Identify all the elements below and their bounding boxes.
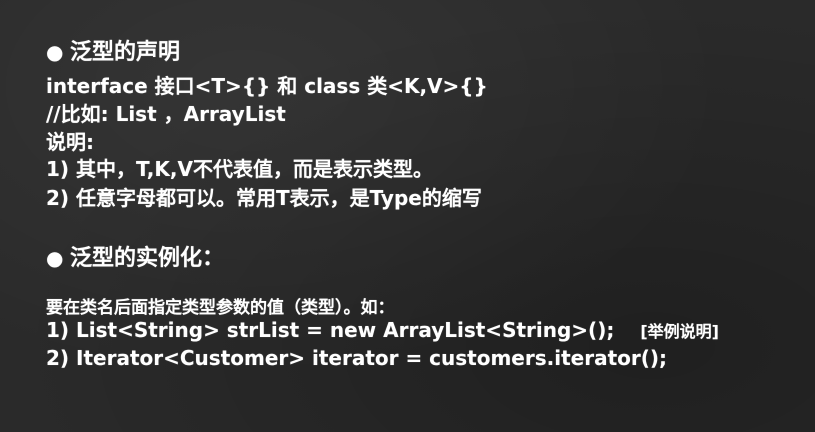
instantiation-intro: 要在类名后面指定类型参数的值（类型）。如： bbox=[46, 298, 395, 318]
slide: ● 泛型的声明 interface 接口<T>{} 和 class 类<K,V>{… bbox=[0, 0, 815, 432]
instantiation-example-1: 1) List<String> strList = new ArrayList<… bbox=[46, 318, 719, 342]
section-instantiation-heading: ● 泛型的实例化： bbox=[46, 240, 224, 272]
bullet-icon: ● bbox=[46, 246, 64, 270]
section-title: 泛型的声明 bbox=[70, 40, 181, 65]
example-code: 1) List<String> strList = new ArrayList<… bbox=[46, 318, 615, 342]
section-title: 泛型的实例化： bbox=[70, 246, 225, 271]
section-declaration-heading: ● 泛型的声明 bbox=[46, 34, 180, 66]
example-tag: [举例说明] bbox=[640, 322, 719, 341]
declaration-note-1: 1) 其中，T,K,V不代表值，而是表示类型。 bbox=[46, 157, 433, 181]
bullet-icon: ● bbox=[46, 40, 64, 64]
declaration-line-explain: 说明: bbox=[46, 130, 94, 154]
declaration-line-interface: interface 接口<T>{} 和 class 类<K,V>{} bbox=[46, 74, 488, 98]
instantiation-example-2: 2) Iterator<Customer> iterator = custome… bbox=[46, 346, 668, 370]
declaration-note-2: 2) 任意字母都可以。常用T表示，是Type的缩写 bbox=[46, 186, 482, 210]
declaration-line-example: //比如: List ，ArrayList bbox=[46, 102, 286, 126]
